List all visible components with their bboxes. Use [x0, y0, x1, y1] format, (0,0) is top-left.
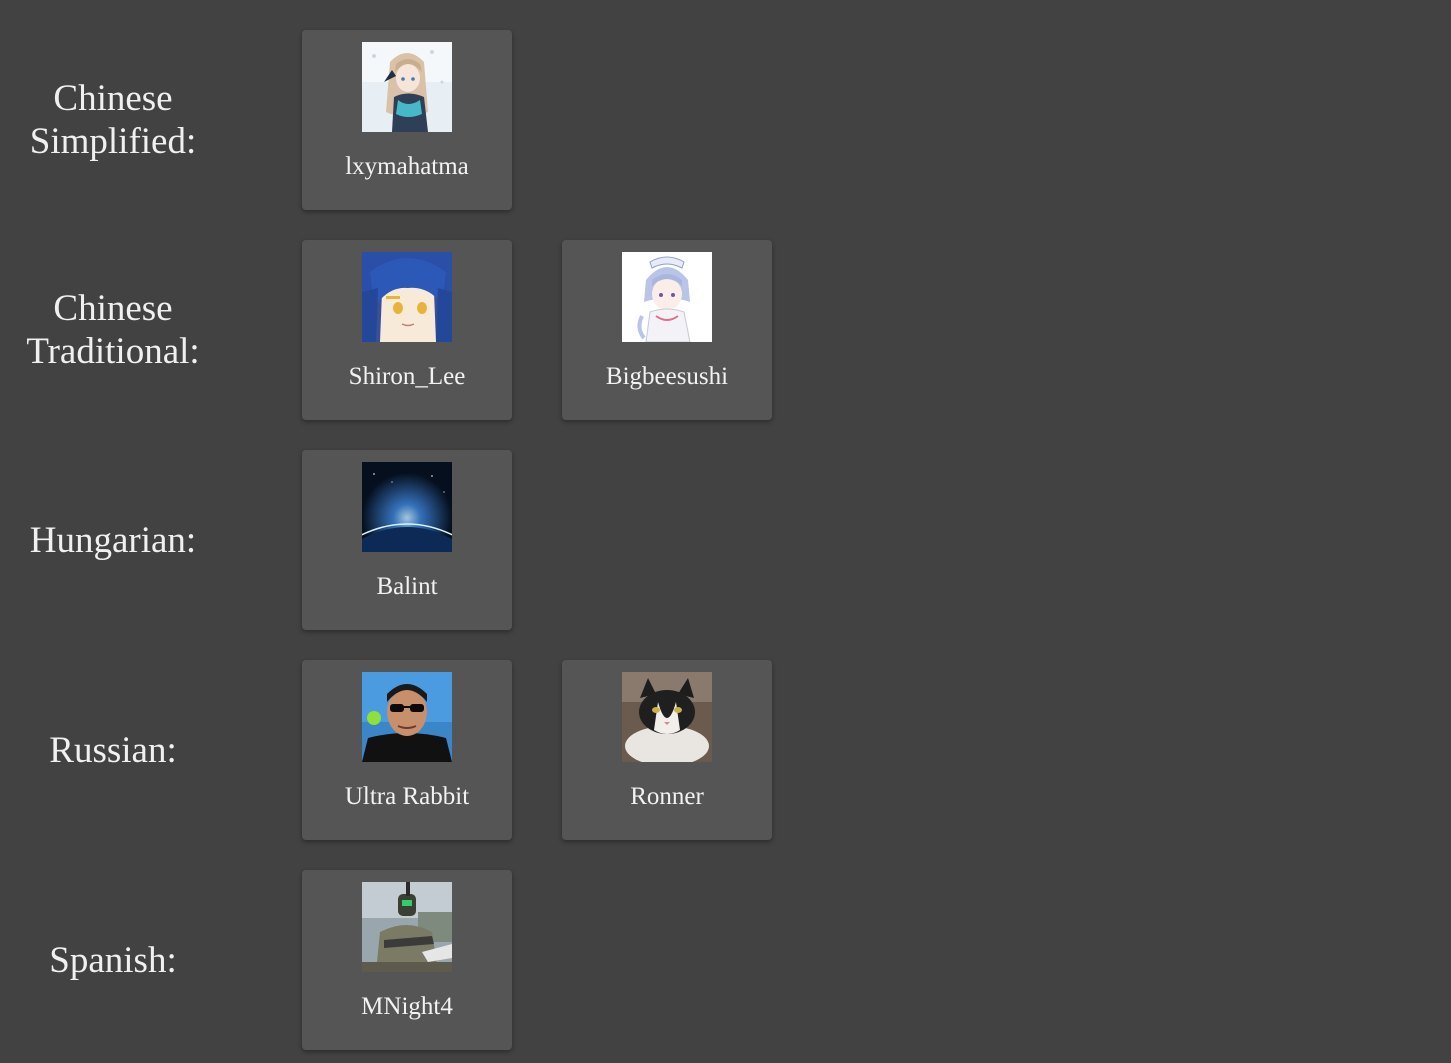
- translator-name: Ultra Rabbit: [344, 783, 470, 810]
- language-label-line: Chinese: [53, 78, 173, 119]
- translator-name: Balint: [376, 573, 438, 600]
- language-label-chinese-traditional: Chinese Traditional:: [0, 240, 226, 420]
- armored-soldier-avatar-icon: [362, 882, 452, 972]
- section-chinese-traditional: Chinese Traditional: Shiron_Lee Bigbeesu…: [0, 240, 1451, 420]
- section-spanish: Spanish: MNight4: [0, 870, 1451, 1050]
- anime-girl-blue-hair-avatar-icon: [362, 252, 452, 342]
- man-sunglasses-avatar-icon: [362, 672, 452, 762]
- section-hungarian: Hungarian: Balint: [0, 450, 1451, 630]
- language-label-line: Spanish:: [49, 939, 177, 981]
- language-label-line: Chinese: [53, 288, 173, 329]
- language-label-hungarian: Hungarian:: [0, 450, 226, 630]
- earth-from-space-avatar-icon: [362, 462, 452, 552]
- translator-card-ronner[interactable]: Ronner: [562, 660, 772, 840]
- translator-card-lxymahatma[interactable]: lxymahatma: [302, 30, 512, 210]
- language-label-line: Hungarian:: [29, 519, 197, 561]
- translator-name: Ronner: [630, 783, 704, 810]
- language-label-line: Simplified:: [29, 121, 197, 162]
- language-label-chinese-simplified: Chinese Simplified:: [0, 30, 226, 210]
- translator-card-bigbeesushi[interactable]: Bigbeesushi: [562, 240, 772, 420]
- language-label-line: Traditional:: [26, 331, 200, 372]
- section-chinese-simplified: Chinese Simplified: lxymahatma: [0, 30, 1451, 210]
- anime-girl-snow-avatar-icon: [362, 42, 452, 132]
- translator-name: Bigbeesushi: [605, 363, 729, 390]
- translator-name: lxymahatma: [345, 153, 469, 180]
- language-label-russian: Russian:: [0, 660, 226, 840]
- anime-maid-avatar-icon: [622, 252, 712, 342]
- translator-card-balint[interactable]: Balint: [302, 450, 512, 630]
- language-label-spanish: Spanish:: [0, 870, 226, 1050]
- translator-name: MNight4: [361, 993, 453, 1020]
- language-label-line: Russian:: [49, 729, 177, 771]
- translator-card-mnight4[interactable]: MNight4: [302, 870, 512, 1050]
- section-russian: Russian: Ultra Rabbit Ronner: [0, 660, 1451, 840]
- translator-card-ultra-rabbit[interactable]: Ultra Rabbit: [302, 660, 512, 840]
- translator-name: Shiron_Lee: [348, 363, 466, 390]
- translator-card-shiron-lee[interactable]: Shiron_Lee: [302, 240, 512, 420]
- cat-avatar-icon: [622, 672, 712, 762]
